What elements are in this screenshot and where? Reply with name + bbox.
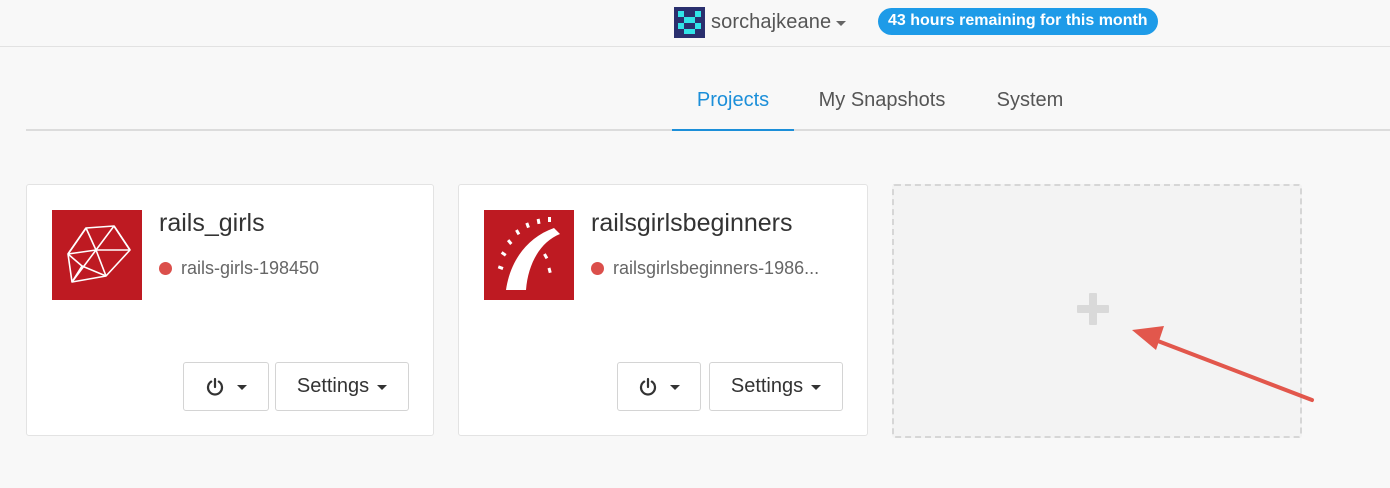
project-name[interactable]: rails_girls	[159, 209, 265, 238]
username[interactable]: sorchajkeane	[711, 11, 831, 34]
user-menu[interactable]: sorchajkeane	[674, 6, 847, 38]
ruby-gem-icon	[52, 210, 142, 300]
project-host: rails-girls-198450	[181, 258, 320, 278]
power-button[interactable]	[617, 362, 701, 411]
rails-logo-icon	[484, 210, 574, 300]
tab-my-snapshots[interactable]: My Snapshots	[812, 74, 952, 129]
top-bar: sorchajkeane 43 hours remaining for this…	[0, 0, 1390, 47]
power-icon	[206, 377, 224, 395]
project-status: rails-girls-198450	[159, 258, 409, 279]
caret-down-icon	[670, 385, 680, 390]
settings-label: Settings	[730, 375, 804, 397]
caret-down-icon	[237, 385, 247, 390]
settings-button[interactable]: Settings	[275, 362, 409, 411]
project-card-railsgirlsbeginners[interactable]: railsgirlsbeginners railsgirlsbeginners-…	[458, 184, 868, 436]
project-card-rails-girls[interactable]: rails_girls rails-girls-198450 Settings	[26, 184, 434, 436]
caret-down-icon[interactable]	[836, 21, 847, 26]
hours-remaining-badge: 43 hours remaining for this month	[878, 8, 1158, 35]
caret-down-icon	[811, 385, 822, 390]
tab-bar: Projects My Snapshots System	[26, 74, 1390, 131]
power-icon	[639, 377, 657, 395]
status-dot	[591, 262, 604, 275]
settings-button[interactable]: Settings	[709, 362, 843, 411]
project-host: railsgirlsbeginners-1986...	[613, 258, 820, 278]
power-button[interactable]	[183, 362, 269, 411]
tab-projects[interactable]: Projects	[672, 74, 794, 131]
tab-system[interactable]: System	[986, 74, 1074, 129]
plus-icon[interactable]	[1075, 291, 1111, 327]
add-project-card[interactable]	[892, 184, 1302, 438]
project-name[interactable]: railsgirlsbeginners	[591, 209, 792, 238]
status-dot	[159, 262, 172, 275]
settings-label: Settings	[296, 375, 370, 397]
project-status: railsgirlsbeginners-1986...	[591, 258, 843, 279]
caret-down-icon	[377, 385, 388, 390]
avatar-icon	[674, 6, 705, 38]
